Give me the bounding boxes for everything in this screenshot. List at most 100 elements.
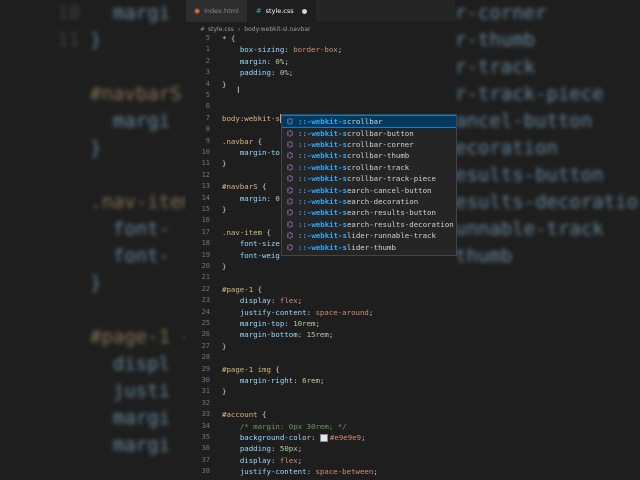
background-code-line: }	[90, 137, 102, 159]
code-line[interactable]: 27}	[186, 341, 455, 352]
property-icon: ⌬	[286, 231, 294, 241]
code-line[interactable]: 32	[186, 398, 455, 409]
code-line[interactable]: 29 #page-1 img {	[186, 364, 455, 375]
unsaved-dot-icon[interactable]	[301, 8, 307, 14]
code-line[interactable]: 31}	[186, 386, 455, 397]
suggestion-rest: crollbar-thumb	[346, 151, 410, 161]
suggestion-item[interactable]: ⌬::-webkit-s earch-results-decoration	[282, 219, 456, 230]
background-code-line: margi	[90, 407, 171, 429]
suggestion-match: ::-webkit-s	[298, 196, 347, 206]
code-line[interactable]: 34 /* margin: 0px 30rem; */	[186, 421, 455, 432]
code-line[interactable]: 24 justify-content: space-around;	[186, 307, 455, 318]
property-icon: ⌬	[286, 151, 294, 161]
line-number: 15	[201, 205, 210, 213]
suggestion-rest: lider-runnable-track	[346, 231, 436, 241]
code-line[interactable]: 38 justify-content: space-between;	[186, 466, 455, 477]
line-text: justify-content: space-around;	[239, 307, 374, 317]
code-line[interactable]: 2 margin: 0%;	[186, 56, 455, 67]
line-text: /* margin: 0px 30rem; */	[239, 421, 347, 431]
line-text: #page-1 img {	[222, 364, 280, 374]
suggestion-item[interactable]: ⌬::-webkit-s earch-results-button	[282, 207, 456, 218]
property-icon: ⌬	[286, 117, 294, 127]
suggestion-item[interactable]: ⌬::-webkit-s earch-decoration	[282, 196, 456, 207]
suggestion-match: ::-webkit-s	[298, 128, 347, 138]
code-line[interactable]: 30 margin-right: 6rem;	[186, 375, 455, 386]
property-icon: ⌬	[286, 208, 294, 218]
code-line[interactable]: 35 background-color: #e9e9e9;	[186, 432, 455, 443]
suggestion-match: ::-webkit-s	[298, 219, 347, 229]
autocomplete-suggestions[interactable]: ⌬::-webkit-s crollbar ⌬::-webkit-s crollbar…	[281, 114, 457, 256]
background-code-right: r-corner r-thumb r-track r-track-piece ancel…	[455, 0, 640, 480]
breadcrumb-symbol[interactable]: body:webkit-sl.navbar	[244, 26, 310, 33]
line-number: 37	[201, 455, 210, 464]
code-line[interactable]: 33 #account {	[186, 409, 455, 420]
line-number: 21	[201, 273, 210, 282]
code-line[interactable]: 23 display: flex;	[186, 295, 455, 306]
suggestion-item[interactable]: ⌬::-webkit-s lider-thumb	[282, 241, 456, 252]
tab-index-html[interactable]: ◉ index.html	[186, 0, 248, 22]
line-number: 17	[201, 227, 210, 236]
code-line[interactable]: 25 margin-top: 10rem;	[186, 318, 455, 329]
code-line[interactable]: 6	[186, 101, 455, 112]
suggestion-item[interactable]: ⌬::-webkit-s lider-runnable-track	[282, 230, 456, 241]
css-file-icon: #	[255, 7, 262, 15]
line-text: #navbarS {	[222, 182, 267, 192]
line-text: font-weig	[239, 250, 280, 260]
line-number: 22	[201, 284, 210, 293]
line-text: }	[222, 159, 227, 169]
background-code-line: justi	[90, 380, 171, 402]
line-number: 18	[201, 239, 210, 248]
line-number: 38	[201, 467, 210, 476]
code-line[interactable]: 1 box-sizing: border-box;	[186, 44, 455, 55]
line-number: 32	[201, 398, 210, 407]
line-number: 36	[201, 444, 210, 453]
background-code-line	[0, 58, 90, 77]
code-line[interactable]: 26 margin-bottom: 15rem;	[186, 329, 455, 340]
code-line[interactable]: 4}	[186, 79, 455, 90]
background-code-line: 10 margi	[57, 2, 171, 24]
line-text: display: flex;	[239, 455, 303, 465]
background-code-line	[0, 166, 90, 185]
background-code-line: .nav-item	[90, 191, 186, 213]
code-line[interactable]: 36 padding: 50px;	[186, 443, 455, 454]
line-number: 27	[201, 341, 210, 350]
tab-style-css[interactable]: # style.css	[247, 0, 316, 22]
line-number: 31	[201, 387, 210, 396]
chevron-right-icon: ›	[237, 25, 241, 33]
suggestion-match: ::-webkit-s	[298, 231, 347, 241]
code-line[interactable]: 5 * {	[186, 33, 455, 44]
suggestion-item[interactable]: ⌬::-webkit-s crollbar-track	[282, 162, 456, 173]
suggestion-item[interactable]: ⌬::-webkit-s crollbar-track-piece	[282, 173, 456, 184]
code-line[interactable]: 20}	[186, 261, 455, 272]
suggestion-item[interactable]: ⌬::-webkit-s crollbar-button	[282, 127, 456, 138]
property-icon: ⌬	[286, 242, 294, 252]
background-code-line: unnable-track	[455, 218, 604, 240]
line-number: 19	[201, 250, 210, 259]
suggestion-item[interactable]: ⌬::-webkit-s earch-cancel-button	[282, 184, 456, 195]
mouse-ibeam-cursor-icon: I	[237, 86, 240, 96]
breadcrumb-file[interactable]: style.css	[208, 26, 234, 33]
line-number: 29	[201, 364, 210, 373]
line-number: 6	[205, 102, 210, 111]
background-code-line: displ	[90, 353, 171, 375]
suggestion-item[interactable]: ⌬::-webkit-s crollbar-corner	[282, 139, 456, 150]
line-number: 1	[205, 45, 210, 54]
code-line[interactable]: 21	[186, 272, 455, 283]
line-number: 9	[205, 136, 210, 145]
line-number: 24	[201, 307, 210, 316]
background-code-line: 11}	[57, 29, 102, 51]
suggestion-item[interactable]: ⌬::-webkit-s crollbar-thumb	[282, 150, 456, 161]
code-line[interactable]: 5	[186, 90, 455, 101]
suggestion-match: ::-webkit-s	[298, 117, 347, 127]
property-icon: ⌬	[286, 128, 294, 138]
suggestion-match: ::-webkit-s	[298, 151, 347, 161]
code-line[interactable]: 28	[186, 352, 455, 363]
line-text: margin-to	[239, 148, 280, 157]
code-line[interactable]: 22 #page-1 {	[186, 284, 455, 295]
code-line[interactable]: 37 display: flex;	[186, 455, 455, 466]
tab-label: index.html	[204, 7, 239, 15]
line-text: margin-bottom: 15rem;	[239, 330, 334, 340]
suggestion-item[interactable]: ⌬::-webkit-s crollbar	[282, 115, 456, 129]
code-line[interactable]: 3 padding: 0%;	[186, 67, 455, 78]
suggestion-match: ::-webkit-s	[298, 174, 347, 184]
